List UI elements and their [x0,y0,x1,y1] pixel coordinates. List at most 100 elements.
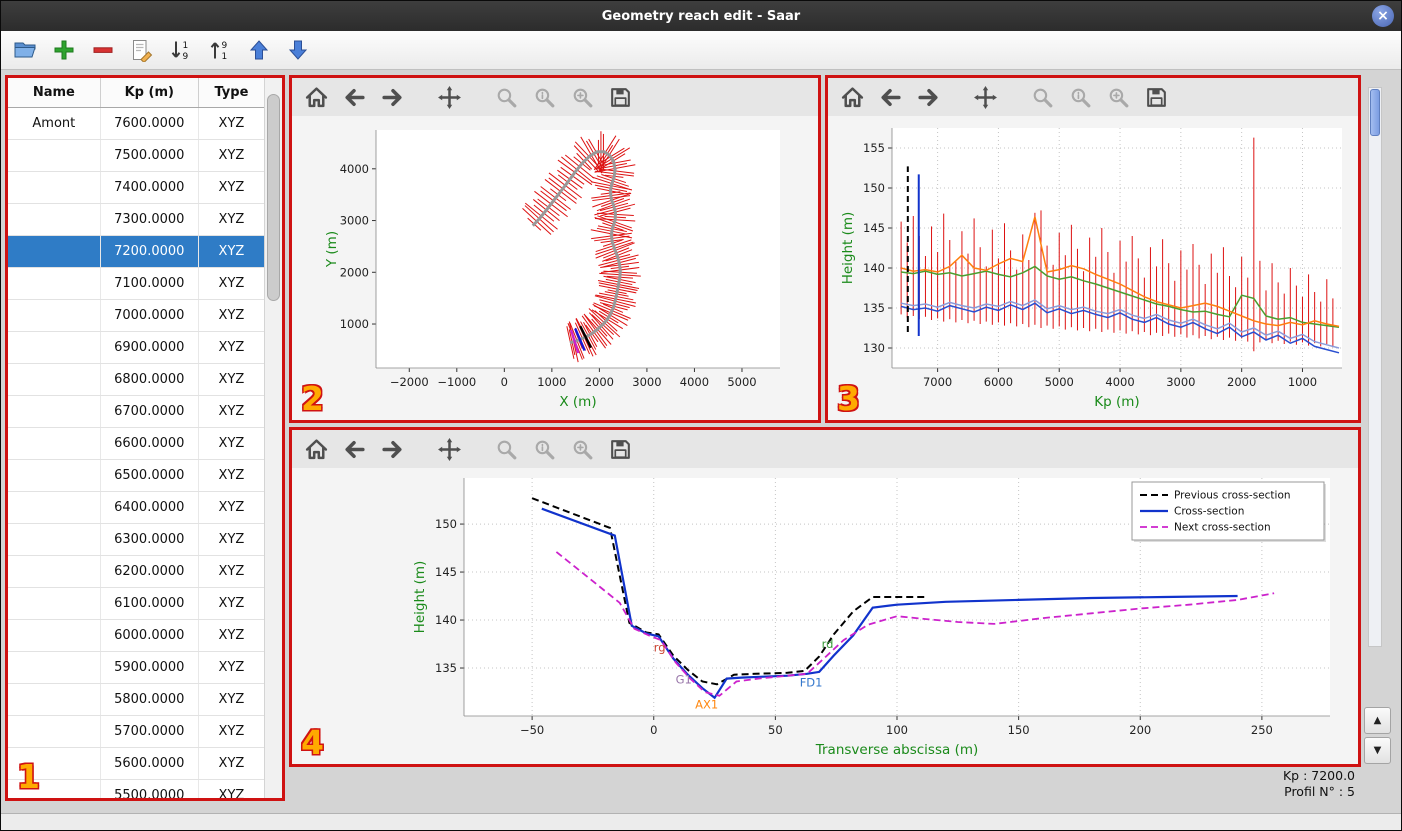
zoom-plus-button[interactable] [1106,85,1131,110]
table-row[interactable]: 5600.0000 XYZ [8,747,265,780]
table-cell[interactable]: 7500.0000 [100,139,199,172]
table-row[interactable]: 6700.0000 XYZ [8,395,265,428]
table-cell[interactable]: 6200.0000 [100,555,199,588]
table-cell[interactable] [8,395,101,428]
table-cell[interactable] [8,651,101,684]
table-cell[interactable]: 6900.0000 [100,331,199,364]
table-cell[interactable]: Amont [8,107,101,140]
forward-button[interactable] [916,85,941,110]
table-row[interactable]: 7500.0000 XYZ [8,139,265,172]
table-cell[interactable] [8,267,101,300]
table-scrollbar[interactable] [264,78,282,798]
table-cell[interactable]: XYZ [198,619,265,652]
table-cell[interactable] [8,619,101,652]
sort-descending-button[interactable]: 19 [169,38,193,62]
table-row[interactable]: 6100.0000 XYZ [8,587,265,620]
forward-button[interactable] [380,437,405,462]
table-row[interactable]: 7100.0000 XYZ [8,267,265,300]
main-scrollbar[interactable] [1368,87,1382,647]
save-button[interactable] [608,437,633,462]
long-profile-plot[interactable]: 7000 6000 5000 4000 3000 2000 1000 130 135 140 145… [828,116,1358,420]
sort-ascending-button[interactable]: 91 [208,38,232,62]
zoom-info-button[interactable] [532,85,557,110]
table-row[interactable]: 6300.0000 XYZ [8,523,265,556]
zoom-button[interactable] [1030,85,1055,110]
table-cell[interactable] [8,331,101,364]
zoom-info-button[interactable] [1068,85,1093,110]
table-cell[interactable]: 5500.0000 [100,779,199,798]
zoom-info-button[interactable] [532,437,557,462]
table-cell[interactable]: XYZ [198,715,265,748]
save-button[interactable] [1144,85,1169,110]
back-button[interactable] [342,437,367,462]
table-cell[interactable] [8,587,101,620]
table-cell[interactable]: XYZ [198,363,265,396]
add-profile-button[interactable] [52,38,76,62]
forward-button[interactable] [380,85,405,110]
main-scrollbar-thumb[interactable] [1370,89,1380,136]
table-cell[interactable]: 6400.0000 [100,491,199,524]
table-cell[interactable]: XYZ [198,747,265,780]
table-cell[interactable]: XYZ [198,427,265,460]
table-cell[interactable] [8,555,101,588]
table-cell[interactable] [8,523,101,556]
edit-profile-button[interactable] [130,38,154,62]
table-cell[interactable]: 6500.0000 [100,459,199,492]
table-cell[interactable]: XYZ [198,299,265,332]
table-row[interactable]: 5900.0000 XYZ [8,651,265,684]
table-cell[interactable]: 5900.0000 [100,651,199,684]
table-row[interactable]: 6600.0000 XYZ [8,427,265,460]
table-cell[interactable] [8,427,101,460]
table-row[interactable]: 6900.0000 XYZ [8,331,265,364]
table-cell[interactable]: XYZ [198,395,265,428]
move-down-button[interactable] [286,38,310,62]
profile-down-button[interactable]: ▼ [1364,737,1391,764]
table-cell[interactable]: XYZ [198,267,265,300]
home-button[interactable] [840,85,865,110]
table-cell[interactable]: 7100.0000 [100,267,199,300]
table-cell[interactable]: 7200.0000 [100,235,199,268]
table-row[interactable]: Amont 7600.0000 XYZ [8,107,265,140]
table-cell[interactable] [8,171,101,204]
table-cell[interactable] [8,203,101,236]
table-cell[interactable]: XYZ [198,491,265,524]
table-cell[interactable]: XYZ [198,523,265,556]
table-cell[interactable]: XYZ [198,171,265,204]
table-cell[interactable]: 5700.0000 [100,715,199,748]
back-button[interactable] [878,85,903,110]
table-row[interactable]: 6000.0000 XYZ [8,619,265,652]
table-row[interactable]: 7400.0000 XYZ [8,171,265,204]
table-cell[interactable]: 6600.0000 [100,427,199,460]
table-cell[interactable]: XYZ [198,139,265,172]
table-cell[interactable]: XYZ [198,459,265,492]
table-cell[interactable]: XYZ [198,651,265,684]
cross-section-plot[interactable]: −50 0 50 100 150 200 250 135 140 145 150 Transverse… [292,468,1358,764]
table-cell[interactable] [8,491,101,524]
table-row[interactable]: 7200.0000 XYZ [8,235,265,268]
column-header[interactable]: Type [198,78,265,108]
table-row[interactable]: 5800.0000 XYZ [8,683,265,716]
pan-button[interactable] [437,85,462,110]
home-button[interactable] [304,85,329,110]
table-cell[interactable]: XYZ [198,203,265,236]
table-cell[interactable]: XYZ [198,331,265,364]
table-cell[interactable]: 6700.0000 [100,395,199,428]
table-cell[interactable] [8,235,101,268]
pan-button[interactable] [437,437,462,462]
table-cell[interactable]: 5600.0000 [100,747,199,780]
table-row[interactable]: 7000.0000 XYZ [8,299,265,332]
table-cell[interactable] [8,715,101,748]
zoom-plus-button[interactable] [570,85,595,110]
table-cell[interactable]: 7600.0000 [100,107,199,140]
move-up-button[interactable] [247,38,271,62]
table-cell[interactable]: 7400.0000 [100,171,199,204]
zoom-plus-button[interactable] [570,437,595,462]
save-button[interactable] [608,85,633,110]
table-cell[interactable]: XYZ [198,555,265,588]
table-cell[interactable] [8,363,101,396]
table-cell[interactable] [8,459,101,492]
table-cell[interactable]: 7300.0000 [100,203,199,236]
table-cell[interactable]: XYZ [198,683,265,716]
table-row[interactable]: 5700.0000 XYZ [8,715,265,748]
table-row[interactable]: 7300.0000 XYZ [8,203,265,236]
